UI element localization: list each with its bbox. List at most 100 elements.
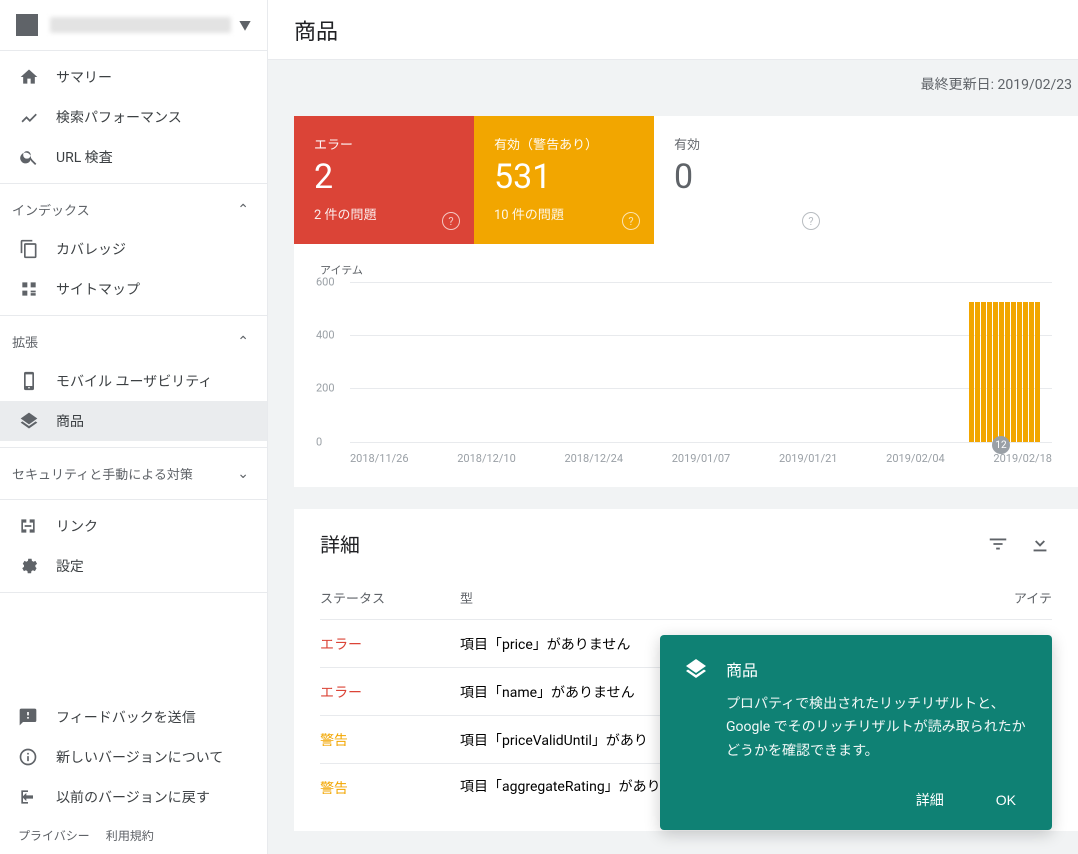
- chart: アイテム 600 400 200 0 12 2018/11/26 2018/12…: [294, 244, 1078, 487]
- sitemap-icon: [18, 278, 40, 300]
- card-value: 0: [674, 157, 814, 198]
- chevron-down-icon: ▼: [239, 17, 251, 34]
- nav-section-enhance: 拡張⌃ モバイル ユーザビリティ 商品: [0, 316, 267, 448]
- chevron-down-icon: ⌄: [237, 466, 249, 482]
- sidebar-item-label: URL 検査: [56, 147, 113, 167]
- card-sub: 2 件の問題: [314, 204, 454, 223]
- y-tick: 400: [316, 328, 335, 341]
- footer-links: プライバシー 利用規約: [0, 817, 267, 854]
- sidebar-item-label: リンク: [56, 516, 98, 536]
- row-status: エラー: [320, 634, 460, 654]
- row-status: エラー: [320, 682, 460, 702]
- info-icon: [18, 747, 40, 767]
- sidebar-item-performance[interactable]: 検索パフォーマンス: [0, 97, 267, 137]
- chart-badge: 12: [992, 436, 1010, 454]
- details-header: 詳細: [320, 529, 1052, 558]
- stat-cards: エラー 2 2 件の問題 ? 有効（警告あり） 531 10 件の問題 ? 有効…: [294, 116, 1078, 244]
- sidebar-item-mobile[interactable]: モバイル ユーザビリティ: [0, 361, 267, 401]
- property-selector[interactable]: ▼: [0, 0, 267, 51]
- card-label: 有効（警告あり）: [494, 134, 634, 153]
- sidebar-item-label: フィードバックを送信: [56, 707, 196, 727]
- x-tick: 2019/02/18: [993, 452, 1052, 465]
- card-error[interactable]: エラー 2 2 件の問題 ?: [294, 116, 474, 244]
- section-toggle-security[interactable]: セキュリティと手動による対策⌄: [0, 454, 267, 493]
- layers-icon: [18, 410, 40, 432]
- card-value: 531: [494, 157, 634, 198]
- stats-panel: エラー 2 2 件の問題 ? 有効（警告あり） 531 10 件の問題 ? 有効…: [294, 116, 1078, 487]
- download-icon[interactable]: [1028, 532, 1052, 556]
- nav-tools: リンク 設定: [0, 500, 267, 593]
- sidebar-item-products[interactable]: 商品: [0, 401, 267, 441]
- sidebar-item-label: 以前のバージョンに戻す: [56, 787, 210, 807]
- home-icon: [18, 66, 40, 88]
- details-title: 詳細: [320, 529, 968, 558]
- toast-body: プロパティで検出されたリッチリザルトと、Google でそのリッチリザルトが読み…: [726, 693, 1028, 764]
- toast-title: 商品: [726, 657, 758, 681]
- footer-link-terms[interactable]: 利用規約: [106, 827, 154, 844]
- col-item: アイテ: [992, 588, 1052, 607]
- chart-bars: [969, 302, 1040, 442]
- card-valid[interactable]: 有効 0 ?: [654, 116, 834, 244]
- x-tick: 2019/01/07: [672, 452, 731, 465]
- sidebar-item-about[interactable]: 新しいバージョンについて: [0, 737, 267, 777]
- phone-icon: [18, 370, 40, 392]
- sidebar-item-label: サイトマップ: [56, 279, 140, 299]
- property-name-redacted: [50, 17, 231, 33]
- sidebar-item-coverage[interactable]: カバレッジ: [0, 229, 267, 269]
- section-toggle-index[interactable]: インデックス⌃: [0, 190, 267, 229]
- chart-y-title: アイテム: [320, 262, 1052, 278]
- sidebar-item-settings[interactable]: 設定: [0, 546, 267, 586]
- gear-icon: [18, 556, 40, 576]
- nav-primary: サマリー 検索パフォーマンス URL 検査: [0, 51, 267, 184]
- x-axis: 2018/11/26 2018/12/10 2018/12/24 2019/01…: [350, 452, 1052, 465]
- sidebar-item-summary[interactable]: サマリー: [0, 57, 267, 97]
- card-value: 2: [314, 157, 454, 198]
- info-icon[interactable]: ?: [802, 212, 820, 230]
- section-toggle-enhance[interactable]: 拡張⌃: [0, 322, 267, 361]
- sidebar-item-url-inspect[interactable]: URL 検査: [0, 137, 267, 177]
- sidebar-item-label: 新しいバージョンについて: [56, 747, 223, 767]
- card-label: 有効: [674, 134, 814, 153]
- chevron-up-icon: ⌃: [237, 202, 249, 218]
- sidebar-bottom: フィードバックを送信 新しいバージョンについて 以前のバージョンに戻す プライバ…: [0, 697, 267, 854]
- card-warning[interactable]: 有効（警告あり） 531 10 件の問題 ?: [474, 116, 654, 244]
- sidebar-item-label: 商品: [56, 411, 84, 431]
- sidebar-item-label: サマリー: [56, 67, 112, 87]
- toast-ok-button[interactable]: OK: [984, 782, 1028, 818]
- sidebar-item-label: カバレッジ: [56, 239, 126, 259]
- main-content: 商品 最終更新日: 2019/02/23 エラー 2 2 件の問題 ? 有効（警…: [268, 0, 1078, 854]
- sidebar-item-label: 検索パフォーマンス: [56, 107, 182, 127]
- info-toast: 商品 プロパティで検出されたリッチリザルトと、Google でそのリッチリザルト…: [660, 635, 1052, 830]
- x-tick: 2018/12/10: [457, 452, 516, 465]
- last-updated: 最終更新日: 2019/02/23: [268, 60, 1078, 94]
- trend-icon: [18, 106, 40, 128]
- y-tick: 200: [316, 381, 335, 394]
- search-icon: [18, 146, 40, 168]
- footer-link-privacy[interactable]: プライバシー: [18, 827, 90, 844]
- info-icon[interactable]: ?: [622, 212, 640, 230]
- sidebar-item-revert[interactable]: 以前のバージョンに戻す: [0, 777, 267, 817]
- row-status: 警告: [320, 778, 460, 798]
- chart-area: 600 400 200 0 12: [320, 282, 1052, 442]
- row-status: 警告: [320, 730, 460, 750]
- chevron-up-icon: ⌃: [237, 334, 249, 350]
- card-label: エラー: [314, 134, 454, 153]
- col-type: 型: [460, 588, 992, 607]
- sidebar-item-feedback[interactable]: フィードバックを送信: [0, 697, 267, 737]
- sidebar-item-label: 設定: [56, 556, 84, 576]
- property-icon: [16, 14, 38, 36]
- y-tick: 600: [316, 276, 335, 289]
- copy-icon: [18, 238, 40, 260]
- x-tick: 2019/01/21: [779, 452, 838, 465]
- info-icon[interactable]: ?: [442, 212, 460, 230]
- col-status: ステータス: [320, 588, 460, 607]
- nav-section-index: インデックス⌃ カバレッジ サイトマップ: [0, 184, 267, 316]
- nav-section-security: セキュリティと手動による対策⌄: [0, 448, 267, 500]
- y-tick: 0: [316, 436, 322, 449]
- sidebar-item-sitemaps[interactable]: サイトマップ: [0, 269, 267, 309]
- sidebar: ▼ サマリー 検索パフォーマンス URL 検査 インデックス⌃ カバレッジ サイ…: [0, 0, 268, 854]
- toast-detail-button[interactable]: 詳細: [904, 782, 956, 818]
- sidebar-item-links[interactable]: リンク: [0, 506, 267, 546]
- filter-icon[interactable]: [986, 532, 1010, 556]
- link-icon: [18, 516, 40, 536]
